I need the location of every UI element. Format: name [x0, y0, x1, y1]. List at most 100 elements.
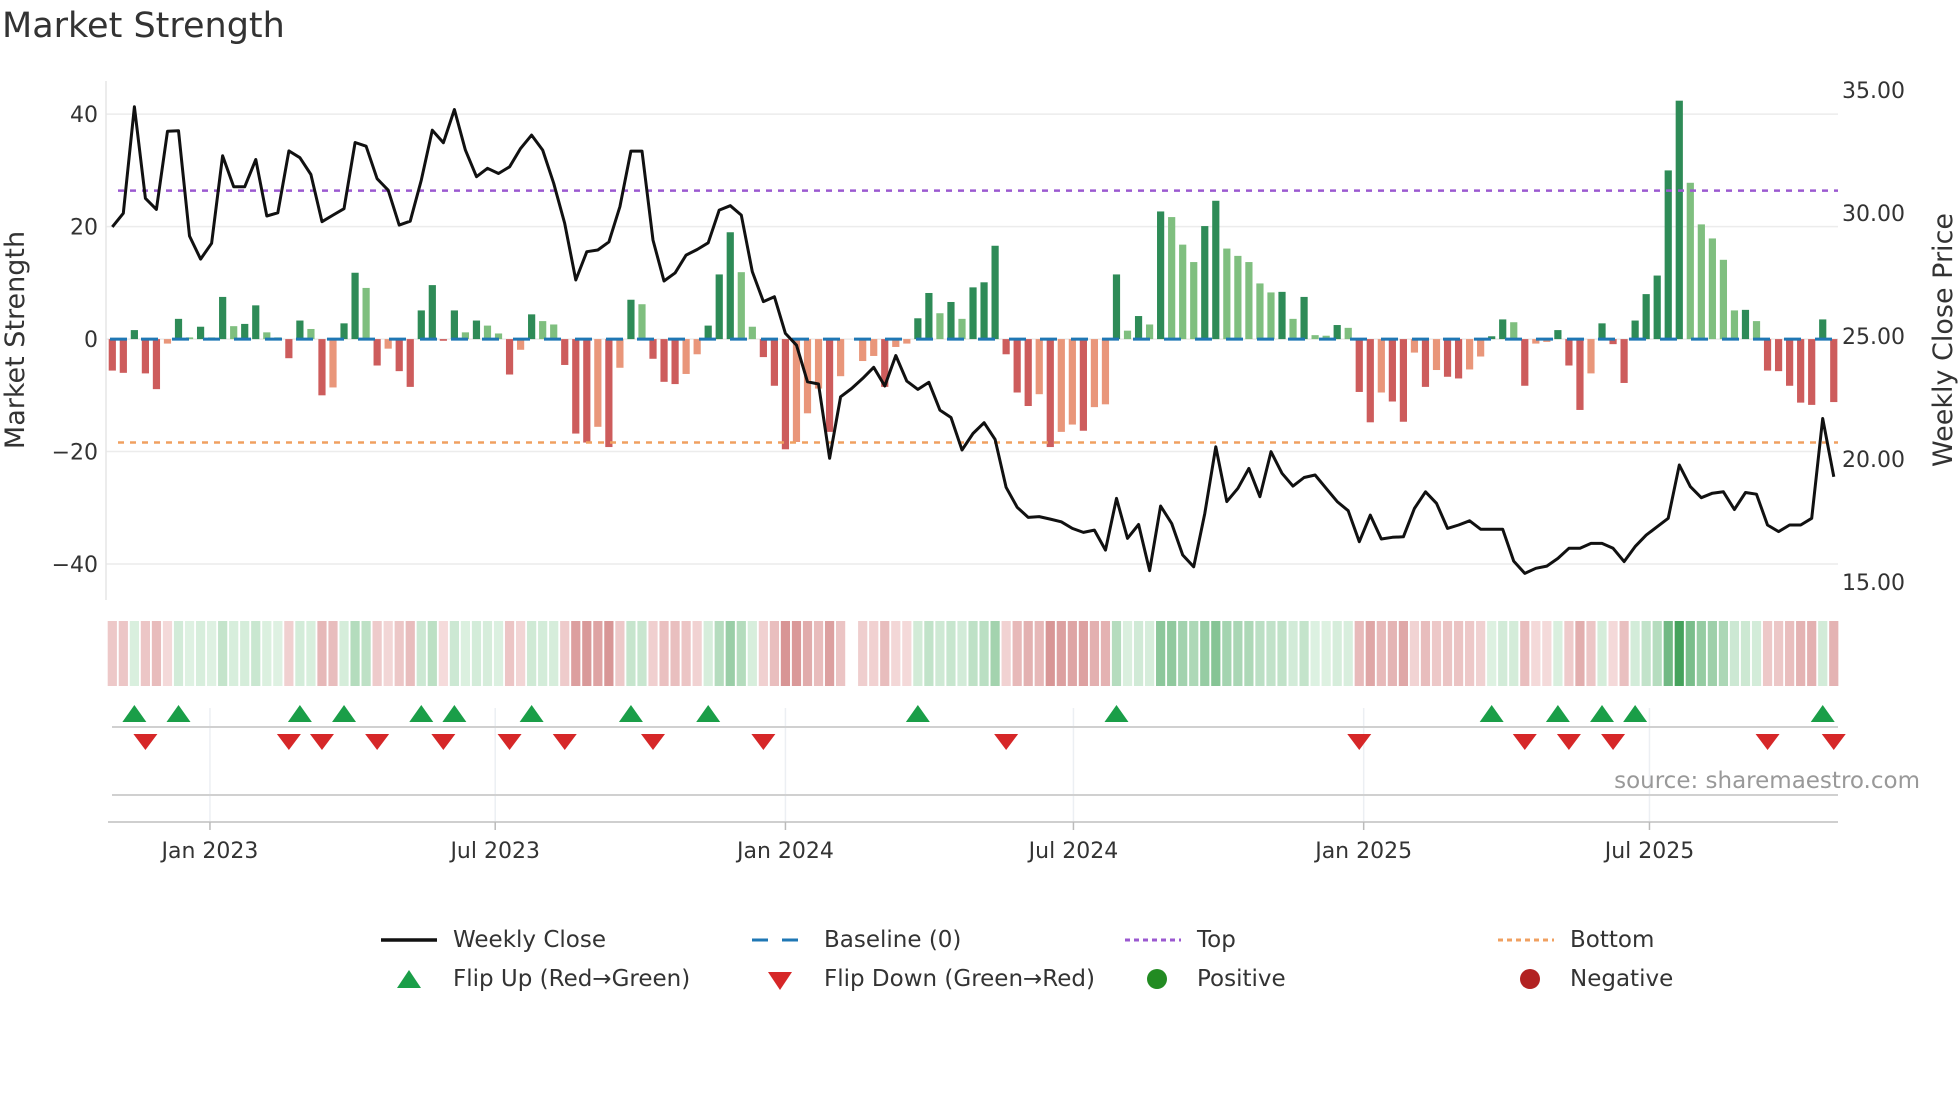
legend-label: Weekly Close [453, 927, 606, 953]
positive-bar [1719, 259, 1728, 340]
heat-cell [703, 621, 713, 686]
heat-cell [979, 621, 989, 686]
heat-cell [648, 621, 658, 686]
negative-bar [1421, 339, 1430, 387]
negative-bar [108, 339, 116, 371]
positive-bar [362, 287, 370, 340]
negative-bar [814, 339, 823, 389]
heat-cell [394, 621, 404, 686]
negative-bar [1763, 339, 1772, 371]
heat-cell [902, 621, 912, 686]
heat-cell [471, 621, 482, 686]
heat-cell [361, 621, 371, 686]
legend-top: Top [1125, 925, 1236, 955]
positive-bar [1112, 274, 1121, 340]
negative-bar [583, 339, 591, 443]
legend-label: Positive [1197, 966, 1286, 992]
negative-bar [1388, 339, 1396, 402]
heat-cell [273, 621, 283, 686]
heat-cell [1597, 621, 1607, 686]
heat-cell [615, 621, 625, 686]
heat-cell [1332, 621, 1342, 686]
positive-bar [947, 301, 955, 340]
heat-cell [1453, 621, 1464, 686]
flip-down-marker [431, 734, 456, 750]
negative-bar [373, 339, 381, 366]
heat-cell [802, 621, 813, 686]
heat-cell [1122, 621, 1133, 686]
positive-bar [1554, 330, 1562, 340]
positive-bar [1752, 321, 1761, 340]
flip-up-marker [166, 705, 191, 722]
heat-cell [1498, 621, 1508, 686]
heat-cell [880, 621, 890, 686]
heat-cell [1222, 621, 1232, 686]
negative-bar [1068, 339, 1076, 425]
heat-cell [1200, 621, 1210, 686]
positive-bar [1708, 238, 1716, 340]
negative-bar [152, 339, 161, 390]
heat-cell [681, 621, 691, 686]
heat-cell [1796, 621, 1806, 686]
heat-cell [670, 621, 680, 686]
heat-cell [924, 621, 934, 686]
positive-bar [1730, 310, 1739, 340]
flip-down-marker [552, 734, 577, 750]
heat-cell [604, 621, 614, 686]
positive-bar [726, 232, 734, 340]
solid-line-icon [381, 938, 437, 942]
negative-bar [1587, 339, 1595, 374]
heat-cell [383, 621, 393, 686]
heat-cell [813, 621, 824, 686]
heat-cell [1718, 621, 1729, 686]
positive-bar [130, 330, 138, 340]
positive-bar [1212, 200, 1220, 340]
negative-bar [825, 339, 834, 432]
heat-cell [714, 621, 724, 686]
heat-cell [1255, 621, 1265, 686]
flip-down-marker [1512, 734, 1537, 750]
positive-bar [1697, 224, 1705, 340]
negative-bar [505, 339, 514, 375]
right-tick-label: 15.00 [1842, 571, 1905, 596]
heat-cell [858, 621, 868, 686]
flip-up-marker [1810, 705, 1835, 722]
positive-bar [980, 282, 988, 340]
negative-bar [1774, 339, 1783, 372]
positive-bar [1686, 182, 1694, 340]
dotted-line-icon [1498, 938, 1554, 942]
left-tick-label: −40 [52, 553, 98, 578]
heat-cell [725, 621, 735, 686]
positive-bar [704, 325, 712, 340]
positive-bar [737, 272, 745, 340]
flip-up-marker [696, 705, 721, 722]
flip-down-marker [1755, 734, 1780, 750]
heat-cell [1398, 621, 1408, 686]
negative-bar [329, 339, 337, 388]
positive-bar [174, 318, 183, 340]
negative-bar [1477, 339, 1485, 357]
heat-cell [195, 621, 206, 686]
circle-icon [1147, 969, 1167, 989]
heat-cell [328, 621, 338, 686]
heat-cell [306, 621, 316, 686]
flip-up-marker [122, 705, 147, 722]
legend-label: Flip Up (Red→Green) [453, 966, 691, 992]
gridlines [106, 113, 1838, 822]
heat-cell [626, 621, 636, 686]
heat-cell [692, 621, 702, 686]
positive-bar [340, 323, 348, 340]
negative-bar [1830, 339, 1838, 403]
heat-cell [1178, 621, 1188, 686]
heat-cell [935, 621, 945, 686]
negative-bar [163, 339, 172, 344]
heat-cell [1652, 621, 1662, 686]
negative-bar [1002, 339, 1010, 355]
flip-up-marker [905, 705, 930, 722]
positive-bar [539, 321, 547, 340]
negative-bar [870, 339, 878, 356]
positive-bar [351, 272, 359, 340]
circle-icon [1520, 969, 1540, 989]
heat-cell [372, 621, 382, 686]
heat-cell [173, 621, 184, 686]
